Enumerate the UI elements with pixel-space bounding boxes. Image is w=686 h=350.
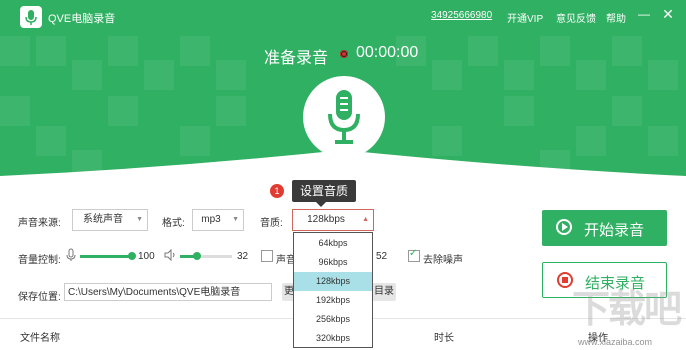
- quality-option[interactable]: 256kbps: [294, 310, 372, 329]
- format-select[interactable]: mp3 ▼: [192, 209, 244, 231]
- format-value: mp3: [201, 214, 221, 225]
- source-label: 声音来源:: [18, 218, 61, 229]
- feedback-link[interactable]: 意见反馈: [556, 10, 596, 25]
- column-duration: 时长: [434, 333, 454, 344]
- speaker-volume-handle[interactable]: [192, 252, 201, 260]
- open-directory-button[interactable]: 目录: [372, 283, 396, 301]
- mic-volume-value: 100: [138, 251, 155, 262]
- speaker-volume-value: 32: [237, 251, 249, 262]
- app-logo: [20, 6, 42, 28]
- vip-link[interactable]: 开通VIP: [507, 10, 543, 25]
- play-icon: [556, 219, 572, 235]
- quality-label: 音质:: [260, 218, 283, 229]
- microphone-icon: [328, 90, 360, 144]
- quality-select[interactable]: 128kbps ▲: [292, 209, 374, 231]
- mic-volume-slider[interactable]: [80, 252, 136, 260]
- partial-value: 52: [376, 251, 388, 262]
- step-badge: 1: [270, 184, 284, 198]
- recording-timer: 00:00:00: [356, 44, 419, 61]
- source-select[interactable]: 系统声音 ▼: [72, 209, 148, 231]
- quality-option[interactable]: 320kbps: [294, 329, 372, 348]
- source-value: 系统声音: [83, 214, 123, 225]
- mic-volume-handle[interactable]: [128, 252, 136, 260]
- chevron-down-icon: ▼: [232, 216, 239, 223]
- quality-option[interactable]: 128kbps: [294, 272, 372, 291]
- phone-link[interactable]: 34925666980: [431, 10, 492, 21]
- help-link[interactable]: 帮助: [606, 10, 626, 25]
- quality-value: 128kbps: [307, 214, 345, 225]
- chevron-up-icon: ▲: [362, 216, 369, 223]
- save-location-label: 保存位置:: [18, 292, 61, 303]
- recording-status: 准备录音: [264, 50, 329, 67]
- quality-option[interactable]: 192kbps: [294, 291, 372, 310]
- format-label: 格式:: [162, 218, 185, 229]
- mic-logo-icon: [25, 10, 37, 25]
- quality-option[interactable]: 64kbps: [294, 234, 372, 253]
- speaker-volume-slider[interactable]: [180, 252, 232, 260]
- column-filename: 文件名称: [20, 333, 60, 344]
- start-recording-label: 开始录音: [584, 222, 645, 239]
- chevron-down-icon: ▼: [136, 216, 143, 223]
- stop-icon: [557, 272, 573, 288]
- speaker-icon: [164, 249, 175, 261]
- close-button[interactable]: ✕: [658, 4, 678, 24]
- record-indicator-icon: [340, 50, 348, 58]
- header-panel: QVE电脑录音 34925666980 开通VIP 意见反馈 帮助 — ✕ 准备…: [0, 0, 686, 190]
- volume-label: 音量控制:: [18, 255, 61, 266]
- app-title: QVE电脑录音: [48, 13, 116, 25]
- denoise-checkbox[interactable]: [408, 248, 420, 262]
- voice-checkbox[interactable]: [261, 250, 273, 262]
- mic-small-icon: [66, 248, 76, 261]
- watermark-logo: 下载吧: [571, 289, 682, 331]
- mic-volume-fill: [80, 255, 132, 258]
- minimize-button[interactable]: —: [634, 4, 654, 24]
- watermark-url: www.xiazaiba.com: [577, 337, 652, 347]
- denoise-label: 去除噪声: [423, 255, 463, 266]
- quality-dropdown-list: 64kbps 96kbps 128kbps 192kbps 256kbps 320kbps: [293, 232, 373, 348]
- start-recording-button[interactable]: 开始录音: [542, 210, 667, 246]
- quality-option[interactable]: 96kbps: [294, 253, 372, 272]
- save-path-field[interactable]: C:\Users\My\Documents\QVE电脑录音: [64, 283, 272, 301]
- microphone-button[interactable]: [303, 76, 385, 158]
- quality-tooltip: 设置音质: [292, 180, 356, 207]
